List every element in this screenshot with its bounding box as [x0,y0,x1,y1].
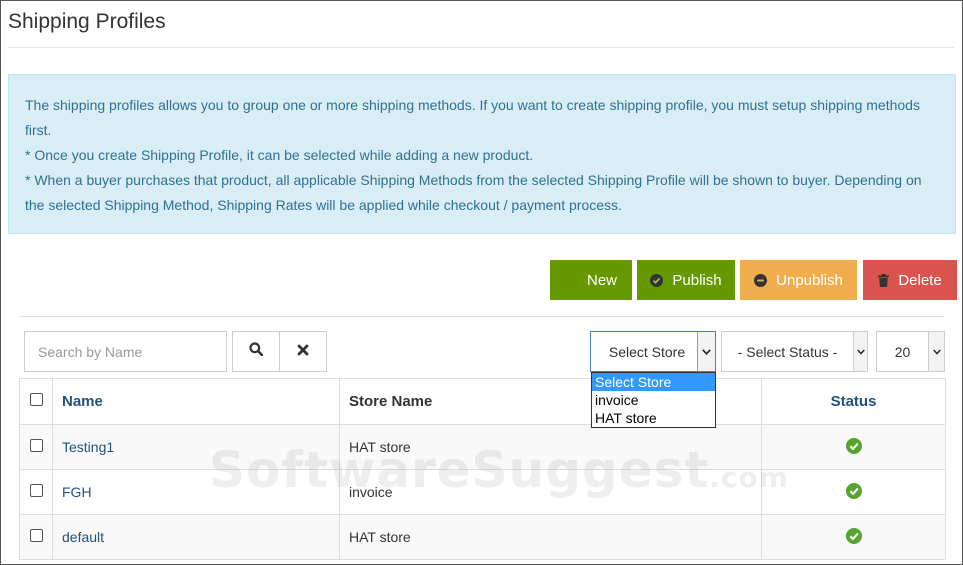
check-circle-icon [650,273,664,287]
minus-circle-icon [754,273,768,287]
store-option[interactable]: Select Store [592,373,715,391]
column-header-name[interactable]: Name [52,378,340,425]
store-option[interactable]: invoice [592,391,715,409]
chevron-down-icon [697,332,715,371]
column-header-status[interactable]: Status [761,378,946,425]
search-button[interactable] [232,331,280,372]
row-checkbox[interactable] [29,484,43,497]
page-title: Shipping Profiles [8,10,166,33]
search-icon [249,342,264,361]
toolbar-divider [19,316,944,317]
row-store-name: HAT store [339,424,762,470]
new-button-label: New [586,271,617,289]
select-all-checkbox[interactable] [29,393,43,406]
status-select-value: - Select Status - [737,343,838,360]
row-status-cell [761,424,946,470]
info-line-2: * Once you create Shipping Profile, it c… [25,147,534,163]
chevron-down-icon [853,332,867,371]
trash-icon [878,273,890,287]
close-icon [297,343,309,361]
page-size-value: 20 [894,343,911,360]
clear-search-button[interactable] [279,331,327,372]
info-alert: The shipping profiles allows you to grou… [8,74,956,234]
unpublish-button[interactable]: Unpublish [740,260,857,300]
chevron-down-icon [928,332,944,371]
status-select[interactable]: - Select Status - [721,331,868,372]
info-line-1: The shipping profiles allows you to grou… [25,97,920,138]
status-check-icon[interactable] [845,482,862,502]
publish-button-label: Publish [672,271,722,289]
table-row: FGH invoice [19,469,946,515]
row-name-link[interactable]: default [52,514,340,560]
info-line-3: * When a buyer purchases that product, a… [25,172,922,213]
page-size-select[interactable]: 20 [876,331,945,372]
table-row: default HAT store [19,514,946,560]
new-button[interactable]: New [550,260,632,300]
table-row: Testing1 HAT store [19,424,946,470]
store-select-value: Select Store [608,343,686,360]
row-name-link[interactable]: Testing1 [52,424,340,470]
select-all-cell [19,378,53,425]
title-divider [8,47,954,48]
publish-button[interactable]: Publish [637,260,735,300]
row-checkbox-cell [19,469,53,515]
row-status-cell [761,469,946,515]
row-name-link[interactable]: FGH [52,469,340,515]
row-checkbox[interactable] [29,439,43,452]
row-store-name: HAT store [339,514,762,560]
status-check-icon[interactable] [845,437,862,457]
row-checkbox[interactable] [29,529,43,542]
row-status-cell [761,514,946,560]
store-select[interactable]: Select Store [590,331,716,372]
row-checkbox-cell [19,514,53,560]
unpublish-button-label: Unpublish [776,271,843,289]
status-check-icon[interactable] [845,527,862,547]
store-option[interactable]: HAT store [592,409,715,427]
row-store-name: invoice [339,469,762,515]
delete-button[interactable]: Delete [863,260,957,300]
shipping-profiles-table: Name Store Name Status Testing1 HAT stor… [19,378,946,560]
table-header-row: Name Store Name Status [19,378,946,425]
store-dropdown[interactable]: Select Store invoice HAT store [591,372,716,428]
delete-button-label: Delete [898,271,942,289]
search-input[interactable] [24,331,227,372]
row-checkbox-cell [19,424,53,470]
